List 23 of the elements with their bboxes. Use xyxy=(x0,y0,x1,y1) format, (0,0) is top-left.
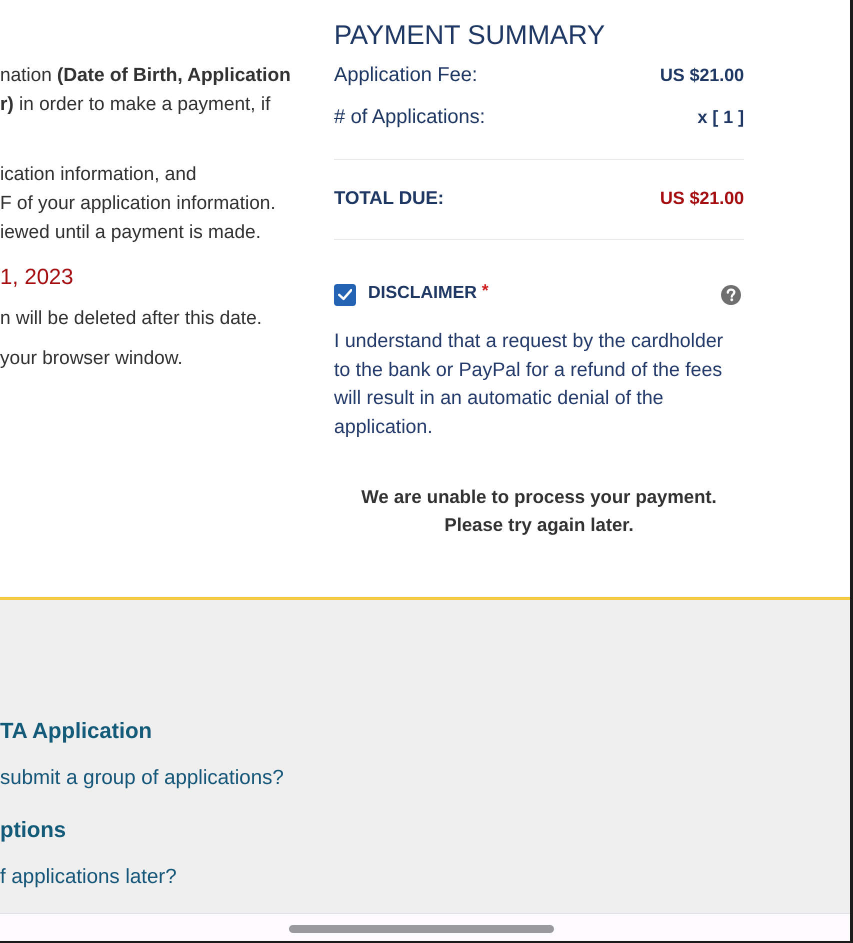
footer-link[interactable]: f applications later? xyxy=(0,863,177,891)
instructions-text: ication information, and F of your application information. iewed until a payment is made. xyxy=(0,163,277,245)
instructions-text: nation (Date of Birth, Application r) in order to make a payment, if xyxy=(0,64,292,117)
deadline-date: 1, 2023 xyxy=(0,263,74,291)
footer-heading: TA Application xyxy=(0,717,152,745)
checkmark-icon xyxy=(338,289,352,301)
summary-value: US $21.00 xyxy=(660,64,744,86)
total-value: US $21.00 xyxy=(660,188,744,208)
footer-heading: ptions xyxy=(0,816,66,844)
total-label: TOTAL DUE: xyxy=(334,187,444,209)
deletion-note: n will be deleted after this date. xyxy=(0,307,263,331)
disclaimer-checkbox[interactable] xyxy=(334,284,356,306)
error-message: We are unable to process your payment. Please try again later. xyxy=(360,484,718,537)
summary-value: x [ 1 ] xyxy=(698,106,744,128)
required-mark: * xyxy=(482,281,489,301)
browser-note: your browser window. xyxy=(0,347,184,371)
summary-label: # of Applications: xyxy=(334,106,486,128)
help-icon[interactable] xyxy=(721,285,741,305)
summary-title: PAYMENT SUMMARY xyxy=(334,19,606,51)
summary-label: Application Fee: xyxy=(334,64,478,86)
disclaimer-label: DISCLAIMER xyxy=(368,282,477,302)
footer-link[interactable]: submit a group of applications? xyxy=(0,764,284,792)
disclaimer-text: I understand that a request by the cardholder to the bank or PayPal for a refund of the fees will result in an automatic denial of the application. xyxy=(334,329,724,440)
